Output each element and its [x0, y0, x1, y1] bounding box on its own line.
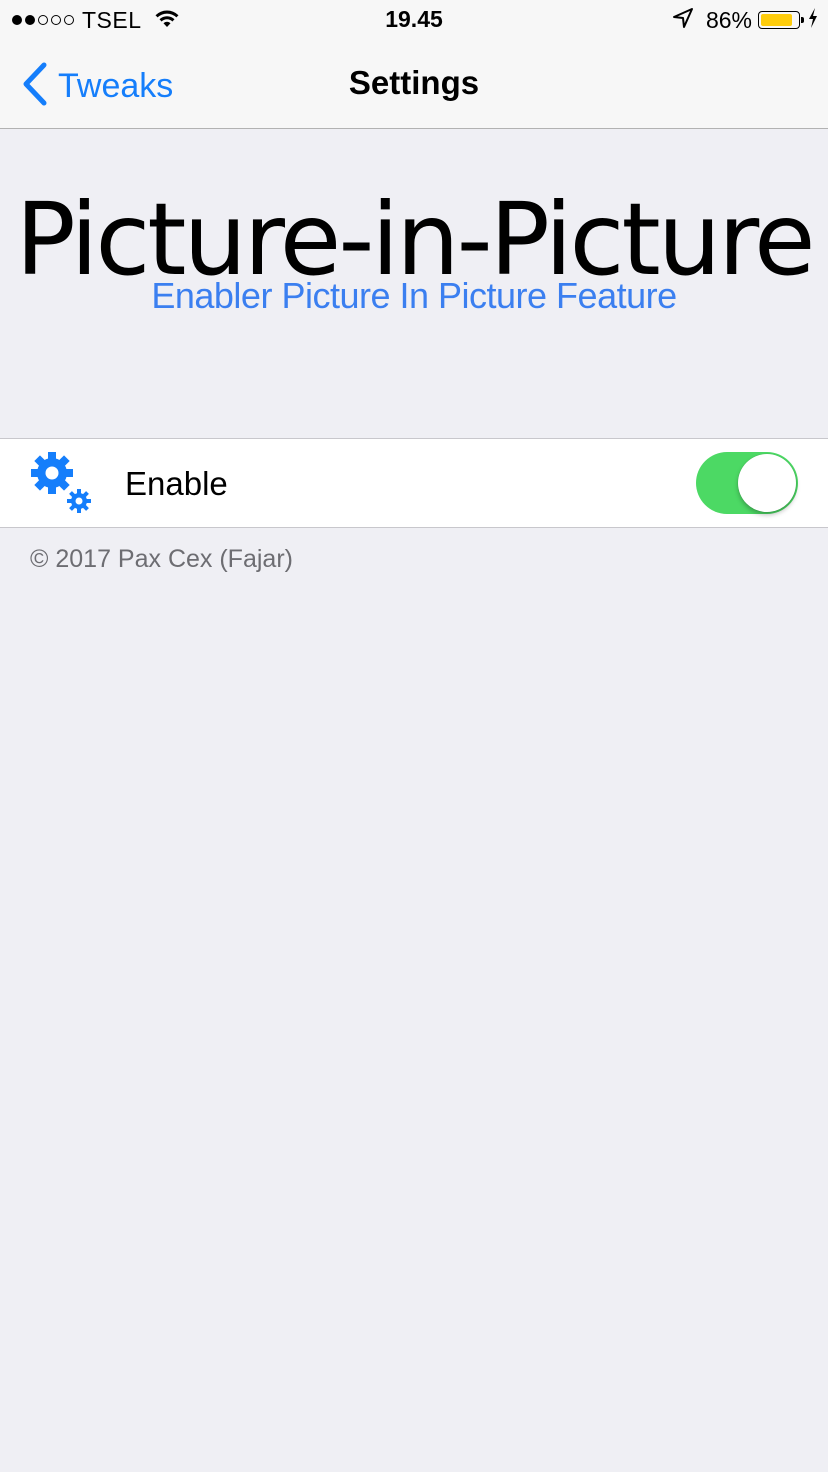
battery-level [761, 14, 792, 26]
battery-icon [758, 11, 804, 29]
location-arrow-icon [672, 7, 694, 34]
page-title: Settings [348, 64, 480, 101]
enable-setting-row[interactable]: Enable [0, 438, 828, 528]
enable-label: Enable [125, 465, 228, 502]
battery-percent: 86% [705, 6, 752, 33]
footer-copyright: © 2017 Pax Cex (Fajar) [30, 545, 293, 573]
status-right: 86% [672, 6, 818, 34]
status-bar: TSEL 19.45 86% [0, 0, 828, 40]
gears-icon [28, 449, 94, 520]
toggle-knob [738, 454, 796, 512]
tweak-header: Picture-in-Picture Enabler Picture In Pi… [0, 129, 828, 438]
charging-bolt-icon [808, 7, 818, 33]
enable-toggle[interactable] [696, 452, 798, 514]
battery-tip [801, 17, 804, 23]
tweak-subtitle: Enabler Picture In Picture Feature [151, 275, 677, 316]
navigation-bar: Tweaks Settings [0, 40, 828, 129]
